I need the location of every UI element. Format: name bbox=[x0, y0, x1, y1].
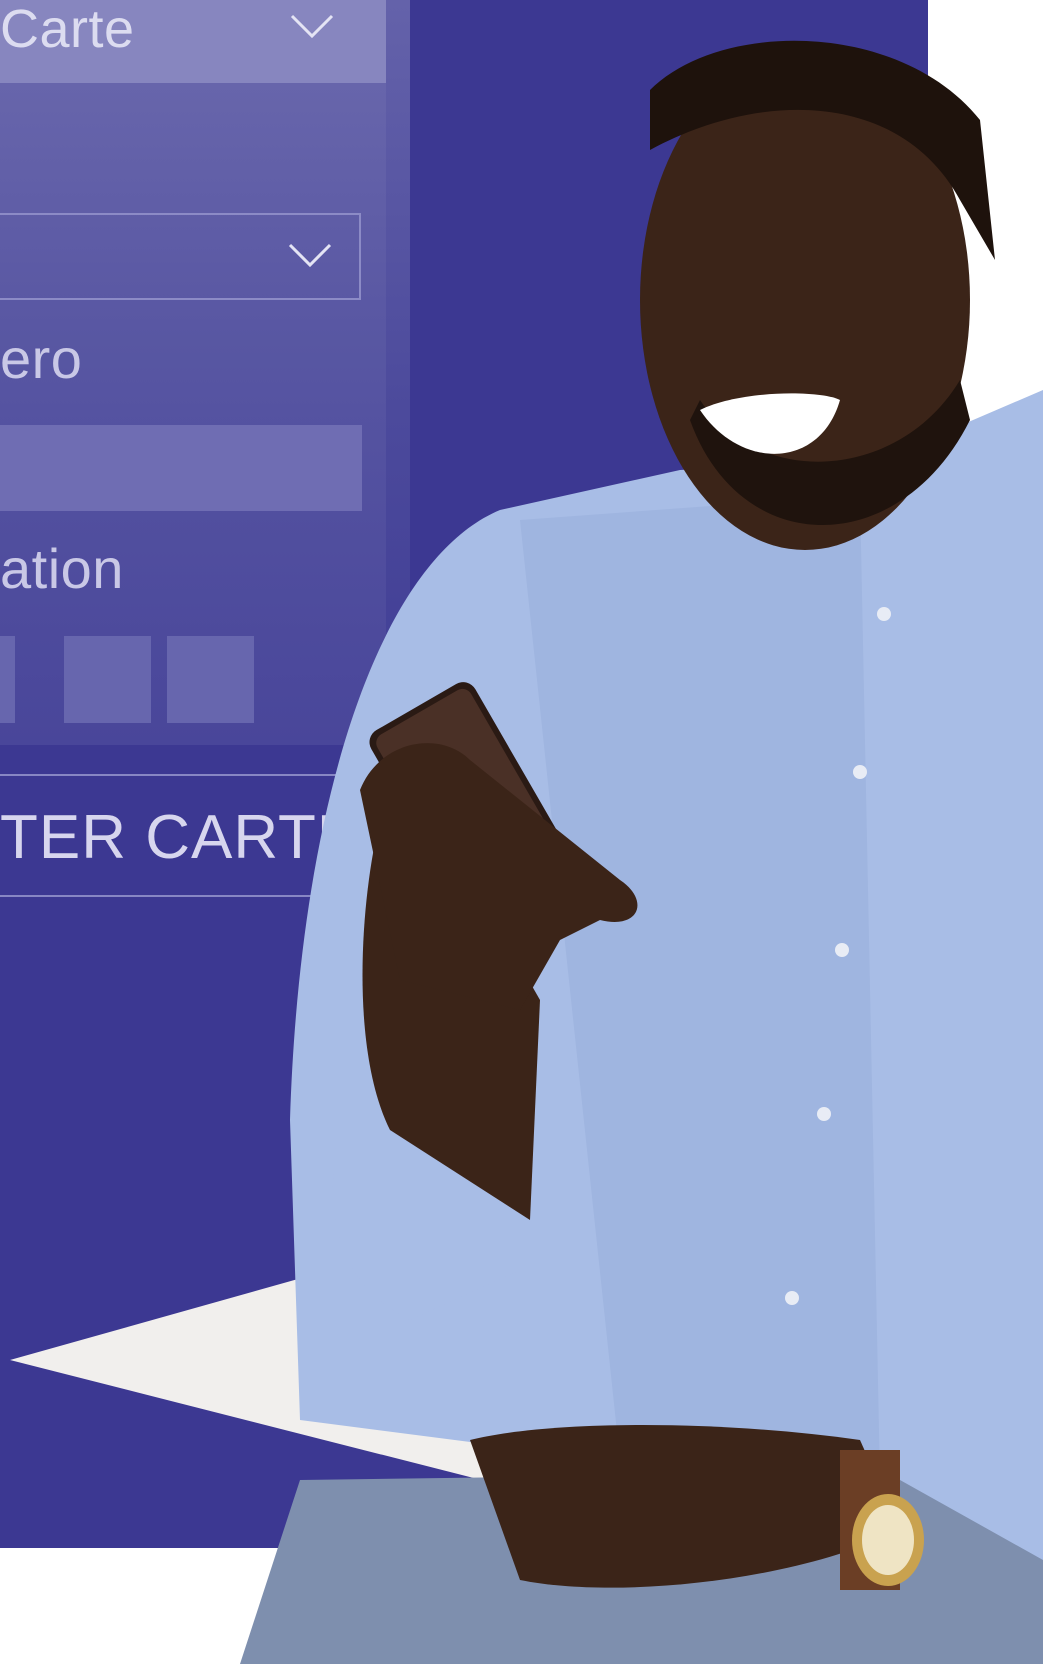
man-using-smartphone-photo bbox=[10, 40, 1043, 1664]
